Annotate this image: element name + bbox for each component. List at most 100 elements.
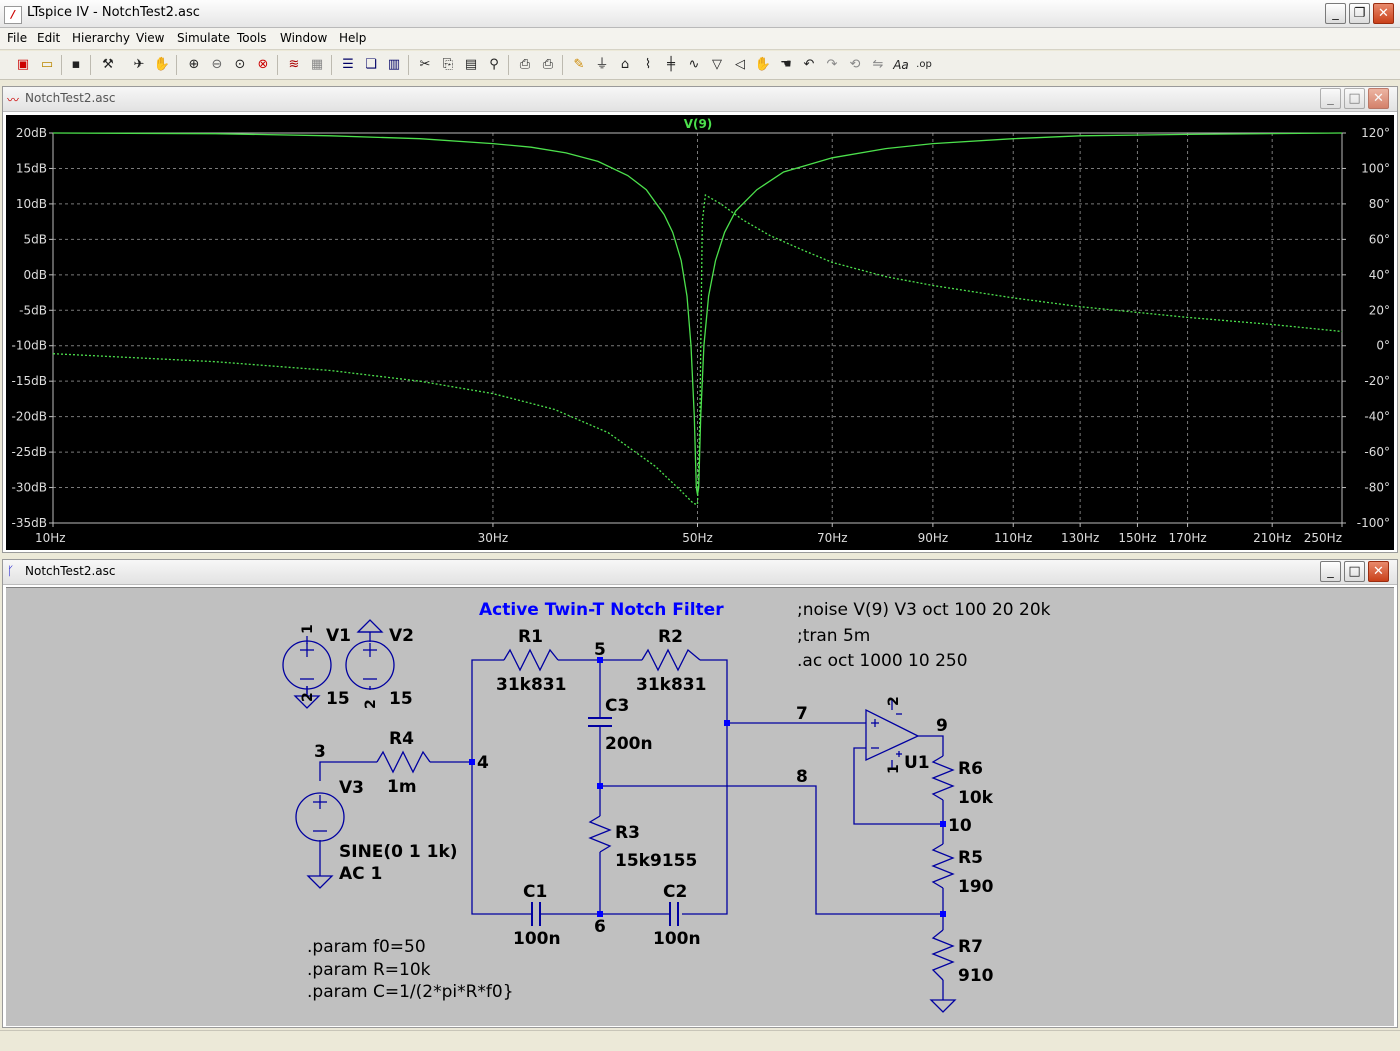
mirror-icon[interactable]: ⇋ (868, 55, 888, 75)
c1-value[interactable]: 100n (513, 929, 561, 949)
v1-value[interactable]: 15 (326, 689, 350, 709)
net-label-10[interactable]: 10 (948, 816, 972, 836)
waveform-close-button[interactable]: ✕ (1368, 88, 1389, 109)
label-net-icon[interactable]: ⌂ (615, 55, 635, 75)
zoom-in-icon[interactable]: ⊕ (184, 55, 204, 75)
draw-wire-icon[interactable]: ✎ (569, 55, 589, 75)
net-label-3[interactable]: 3 (314, 742, 326, 762)
menu-file[interactable]: File (7, 31, 27, 45)
diode-icon[interactable]: ▽ (707, 55, 727, 75)
schematic-close-button[interactable]: ✕ (1368, 561, 1389, 582)
waveform-minimize-button[interactable]: _ (1320, 88, 1341, 109)
c2-ref[interactable]: C2 (663, 882, 687, 902)
v2-ref[interactable]: V2 (389, 626, 414, 646)
schematic-minimize-button[interactable]: _ (1320, 561, 1341, 582)
paste-icon[interactable]: ▤ (461, 55, 481, 75)
c3-ref[interactable]: C3 (605, 696, 629, 716)
net-label-6[interactable]: 6 (594, 917, 606, 937)
new-schematic-icon[interactable]: ▣ (13, 55, 33, 75)
directive-tran[interactable]: ;tran 5m (797, 626, 870, 646)
grid-icon[interactable]: ▦ (307, 55, 327, 75)
restore-button[interactable]: ❐ (1349, 3, 1370, 24)
schematic-canvas[interactable]: Active Twin-T Notch Filter ;noise V(9) V… (6, 587, 1394, 1026)
r1-ref[interactable]: R1 (518, 627, 543, 647)
r6-value[interactable]: 10k (958, 788, 994, 808)
u1-ref[interactable]: U1 (904, 753, 930, 773)
rotate-icon[interactable]: ⟲ (845, 55, 865, 75)
c2-value[interactable]: 100n (653, 929, 701, 949)
copy-icon[interactable]: ⎘ (438, 55, 458, 75)
autorange-icon[interactable]: ≋ (284, 55, 304, 75)
find-icon[interactable]: ⚲ (484, 55, 504, 75)
ground-icon[interactable]: ⏚ (592, 55, 612, 75)
text-icon[interactable]: Aa (891, 55, 911, 75)
param-f0[interactable]: .param f0=50 (307, 937, 426, 957)
r5-ref[interactable]: R5 (958, 848, 983, 868)
tile-horizontal-icon[interactable]: ☰ (338, 55, 358, 75)
run-icon[interactable]: ✈ (129, 55, 149, 75)
spice-directive-icon[interactable]: .op (914, 55, 934, 75)
cascade-icon[interactable]: ❏ (361, 55, 381, 75)
undo-icon[interactable]: ↶ (799, 55, 819, 75)
component-icon[interactable]: ◁ (730, 55, 750, 75)
menu-edit[interactable]: Edit (37, 31, 60, 45)
waveform-maximize-button[interactable]: □ (1344, 88, 1365, 109)
control-panel-icon[interactable]: ⚒ (98, 55, 118, 75)
zoom-cancel-icon[interactable]: ⊗ (253, 55, 273, 75)
v3-value-ac[interactable]: AC 1 (339, 864, 382, 884)
halt-icon[interactable]: ✋ (152, 55, 172, 75)
plot-area[interactable]: 10Hz 30Hz 50Hz 70Hz 90Hz 110Hz 130Hz 150Hz 170Hz… (6, 115, 1394, 550)
menu-tools[interactable]: Tools (237, 31, 267, 45)
net-label-7[interactable]: 7 (796, 704, 808, 724)
capacitor-icon[interactable]: ╪ (661, 55, 681, 75)
r6-ref[interactable]: R6 (958, 759, 983, 779)
drag-icon[interactable]: ☚ (776, 55, 796, 75)
zoom-out-icon[interactable]: ⊖ (207, 55, 227, 75)
param-r[interactable]: .param R=10k (307, 960, 431, 980)
c3-value[interactable]: 200n (605, 734, 653, 754)
net-label-5[interactable]: 5 (594, 640, 606, 660)
r1-value[interactable]: 31k831 (496, 675, 566, 695)
trace-label[interactable]: V(9) (684, 117, 713, 131)
v1-ref[interactable]: V1 (326, 626, 351, 646)
param-c[interactable]: .param C=1/(2*pi*R*f0} (307, 982, 514, 1002)
r4-value[interactable]: 1m (387, 777, 417, 797)
resistor-icon[interactable]: ⌇ (638, 55, 658, 75)
menu-view[interactable]: View (136, 31, 164, 45)
r2-value[interactable]: 31k831 (636, 675, 706, 695)
r7-value[interactable]: 910 (958, 966, 994, 986)
menu-help[interactable]: Help (339, 31, 366, 45)
net-label-8[interactable]: 8 (796, 767, 808, 787)
menu-window[interactable]: Window (280, 31, 327, 45)
r5-value[interactable]: 190 (958, 877, 994, 897)
tile-vertical-icon[interactable]: ▥ (384, 55, 404, 75)
redo-icon[interactable]: ↷ (822, 55, 842, 75)
r3-value[interactable]: 15k9155 (615, 851, 697, 871)
save-icon[interactable]: ▪ (66, 55, 86, 75)
schematic-heading[interactable]: Active Twin-T Notch Filter (479, 600, 724, 620)
open-icon[interactable]: ▭ (37, 55, 57, 75)
move-icon[interactable]: ✋ (753, 55, 773, 75)
net-label-4[interactable]: 4 (477, 753, 489, 773)
r3-ref[interactable]: R3 (615, 823, 640, 843)
inductor-icon[interactable]: ∿ (684, 55, 704, 75)
menu-simulate[interactable]: Simulate (177, 31, 230, 45)
close-button[interactable]: ✕ (1373, 3, 1394, 24)
menu-hierarchy[interactable]: Hierarchy (72, 31, 130, 45)
r7-ref[interactable]: R7 (958, 937, 983, 957)
v3-ref[interactable]: V3 (339, 778, 364, 798)
directive-noise[interactable]: ;noise V(9) V3 oct 100 20 20k (797, 600, 1051, 620)
cut-icon[interactable]: ✂ (415, 55, 435, 75)
minimize-button[interactable]: _ (1325, 3, 1346, 24)
v3-value-sine[interactable]: SINE(0 1 1k) (339, 842, 458, 862)
v2-value[interactable]: 15 (389, 689, 413, 709)
print-setup-icon[interactable]: ⎙ (515, 55, 535, 75)
zoom-fit-icon[interactable]: ⊙ (230, 55, 250, 75)
r4-ref[interactable]: R4 (389, 729, 414, 749)
schematic-maximize-button[interactable]: □ (1344, 561, 1365, 582)
print-icon[interactable]: ⎙ (538, 55, 558, 75)
c1-ref[interactable]: C1 (523, 882, 547, 902)
net-label-9[interactable]: 9 (936, 716, 948, 736)
r2-ref[interactable]: R2 (658, 627, 683, 647)
directive-ac[interactable]: .ac oct 1000 10 250 (797, 651, 968, 671)
